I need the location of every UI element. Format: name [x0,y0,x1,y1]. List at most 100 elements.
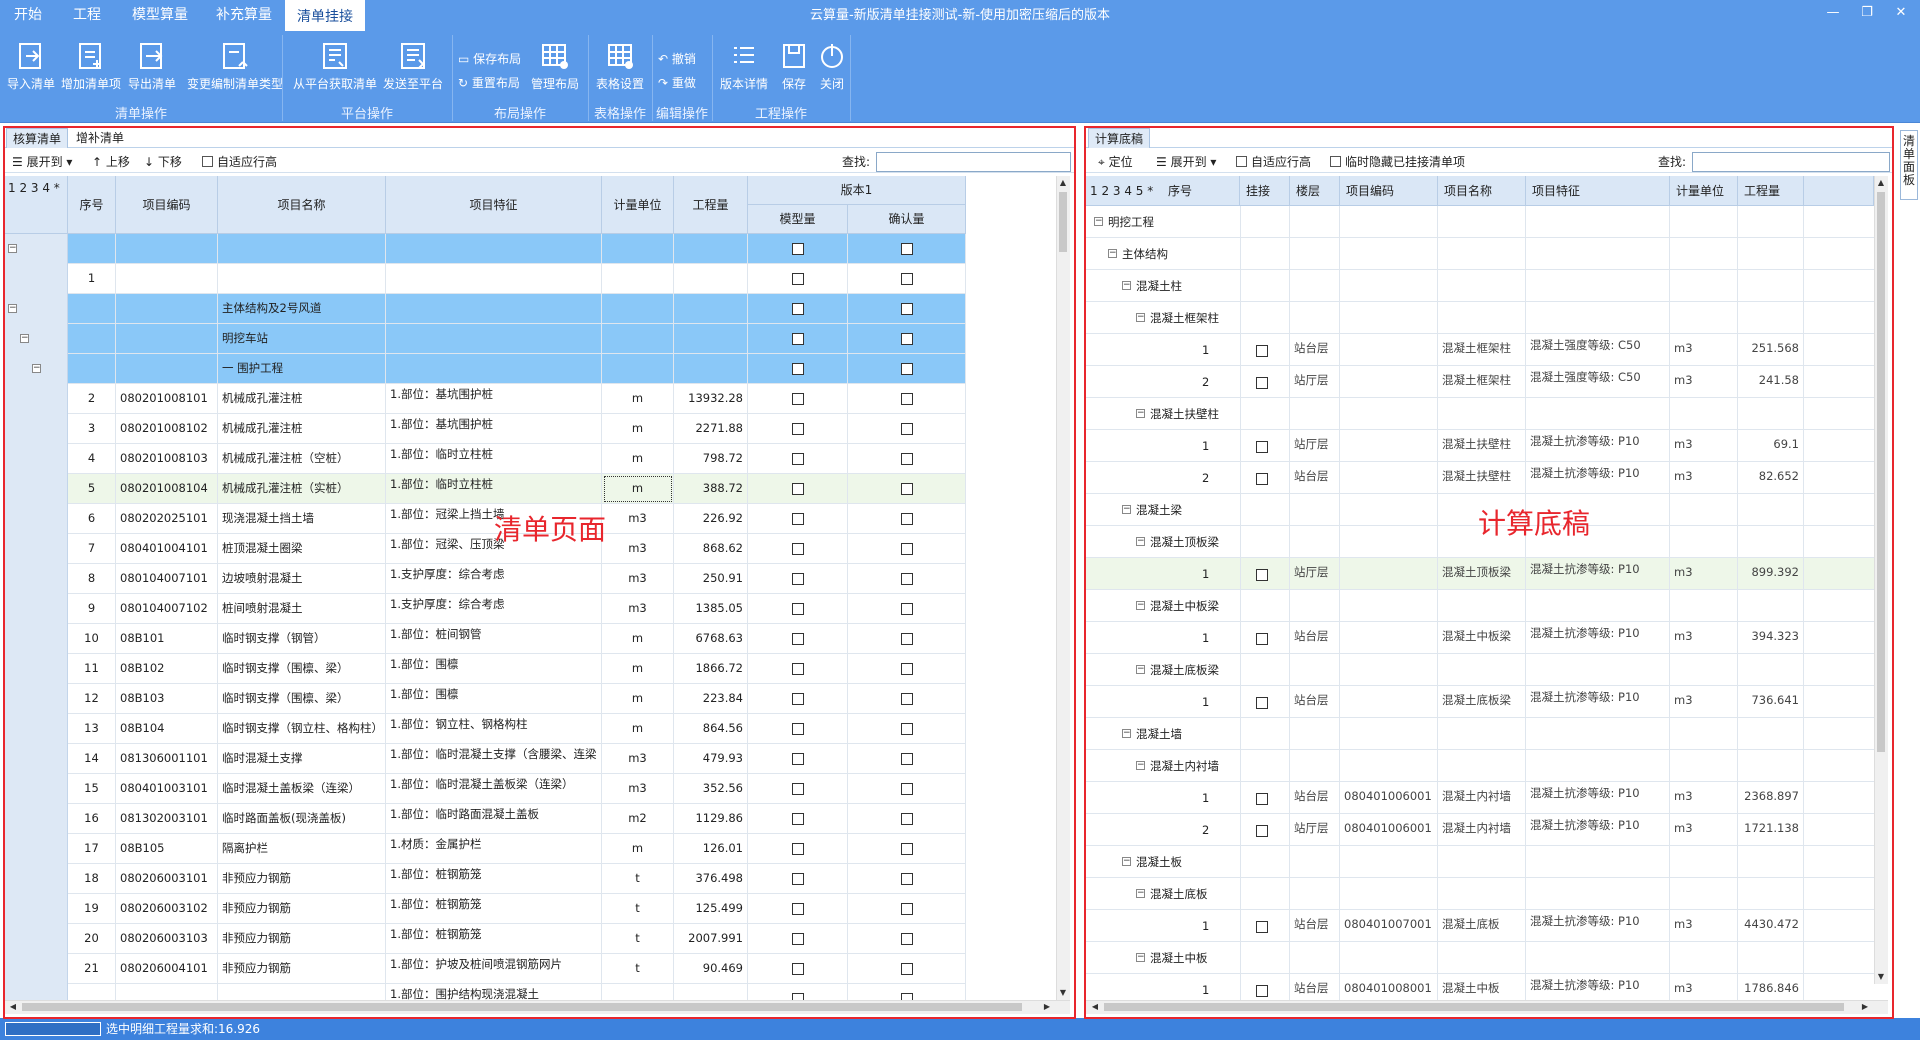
column-header-seq[interactable]: 序号 [68,176,116,234]
model-checkbox[interactable] [791,332,804,345]
version-details-button[interactable]: 版本详情 [718,40,770,92]
cell-name[interactable]: 边坡喷射混凝土 [218,564,386,594]
confirm-checkbox[interactable] [900,872,913,885]
cell-qty[interactable]: 250.91 [674,564,748,594]
column-header-qty[interactable]: 工程量 [674,176,748,234]
confirm-checkbox[interactable] [900,842,913,855]
row-seq[interactable]: 2 [1202,462,1209,494]
confirm-checkbox[interactable] [900,722,913,735]
cell-qty[interactable]: 1866.72 [674,654,748,684]
confirm-checkbox[interactable] [900,362,913,375]
confirm-checkbox[interactable] [900,332,913,345]
tree-node-label[interactable]: 混凝土底板 [1150,878,1208,910]
confirm-checkbox[interactable] [900,422,913,435]
cell-code[interactable]: 080401003101 [116,774,218,804]
cell-feature[interactable]: 1.部位：钢立柱、钢格构柱 [386,714,602,744]
confirm-checkbox[interactable] [900,512,913,525]
cell-feature[interactable]: 1.部位：基坑围护桩 [386,414,602,444]
column-header-feature[interactable]: 项目特征 [1526,176,1670,206]
cell-qty[interactable]: 388.72 [674,474,748,504]
column-header-unit[interactable]: 计量单位 [602,176,674,234]
cell-unit[interactable] [602,294,674,324]
tab-audit-list[interactable]: 核算清单 [6,128,69,148]
confirm-checkbox[interactable] [900,452,913,465]
cell-name[interactable]: 桩间喷射混凝土 [218,594,386,624]
column-header-seq[interactable]: 序号 [1168,176,1192,206]
scroll-thumb[interactable] [22,1003,1022,1011]
cell-code[interactable]: 080104007101 [116,564,218,594]
cell-unit[interactable]: t [602,954,674,984]
model-checkbox[interactable] [791,722,804,735]
scroll-thumb[interactable] [1877,192,1885,752]
cell-feature[interactable]: 1.部位：桩钢筋笼 [386,894,602,924]
cell-qty[interactable]: 352.56 [674,774,748,804]
table-settings-button[interactable]: 表格设置 [592,40,648,92]
fetch-from-platform-button[interactable]: 从平台获取清单 [292,40,378,92]
confirm-checkbox[interactable] [900,572,913,585]
cell-code[interactable]: 080206004101 [116,954,218,984]
cell-code[interactable]: 080206003103 [116,924,218,954]
cell-unit[interactable]: m [602,414,674,444]
cell-qty[interactable]: 479.93 [674,744,748,774]
cell-name[interactable]: 临时路面盖板(现浇盖板) [218,804,386,834]
tree-node-label[interactable]: 混凝土板 [1136,846,1182,878]
cell-feature[interactable]: 1.部位：临时混凝土盖板梁（连梁） [386,774,602,804]
collapse-toggle-icon[interactable]: − [1136,409,1145,418]
cell-name[interactable] [218,234,386,264]
model-checkbox[interactable] [791,782,804,795]
menu-tab-1[interactable]: 开始 [0,0,56,31]
cell-code[interactable]: 080104007102 [116,594,218,624]
cell-unit[interactable]: m3 [602,534,674,564]
cell-name[interactable]: 机械成孔灌注桩 [218,414,386,444]
model-checkbox[interactable] [791,572,804,585]
cell-unit[interactable]: m [602,654,674,684]
cell-code[interactable]: 08B104 [116,714,218,744]
confirm-checkbox[interactable] [900,932,913,945]
collapse-toggle-icon[interactable]: − [1094,217,1103,226]
row-seq[interactable]: 1 [1202,622,1209,654]
cell-name[interactable]: 非预应力钢筋 [218,924,386,954]
tree-node-label[interactable]: 混凝土底板梁 [1150,654,1219,686]
cell-qty[interactable]: 1385.05 [674,594,748,624]
cell-code[interactable]: 081306001101 [116,744,218,774]
cell-qty[interactable]: 868.62 [674,534,748,564]
save-layout-button[interactable]: ▭ 保存布局 [458,50,521,67]
locate-button[interactable]: ⌖ 定位 [1098,153,1133,171]
right-expand-to-button[interactable]: ☰ 展开到 ▾ [1156,153,1216,171]
cell-name[interactable]: 临时钢支撑（围檩、梁） [218,654,386,684]
restore-icon[interactable]: ❐ [1850,0,1884,26]
cell-qty[interactable] [674,324,748,354]
save-button[interactable]: 保存 [777,40,811,92]
cell-feature[interactable]: 1.部位：围檩 [386,684,602,714]
attach-checkbox[interactable] [1256,919,1268,933]
model-checkbox[interactable] [791,932,804,945]
collapse-toggle-icon[interactable]: − [20,334,29,343]
undo-button[interactable]: ↶ 撤销 [658,50,696,67]
cell-feature[interactable]: 1.支护厚度：综合考虑 [386,594,602,624]
cell-name[interactable]: 临时混凝土盖板梁（连梁） [218,774,386,804]
collapse-toggle-icon[interactable]: − [1136,601,1145,610]
scroll-thumb[interactable] [1059,192,1067,252]
row-seq[interactable]: 1 [1202,782,1209,814]
cell-name[interactable]: 机械成孔灌注桩（实桩） [218,474,386,504]
confirm-checkbox[interactable] [900,752,913,765]
cell-qty[interactable]: 376.498 [674,864,748,894]
confirm-checkbox[interactable] [900,392,913,405]
cell-unit[interactable]: m3 [602,504,674,534]
cell-unit[interactable]: t [602,864,674,894]
collapse-toggle-icon[interactable]: − [1136,665,1145,674]
cell-code[interactable]: 080201008102 [116,414,218,444]
import-list-button[interactable]: 导入清单 [4,40,58,92]
scroll-right-icon[interactable]: ▶ [1858,1000,1872,1014]
menu-tab-3[interactable]: 模型算量 [116,0,204,31]
tree-node-label[interactable]: 混凝土墙 [1136,718,1182,750]
row-seq[interactable]: 1 [1202,686,1209,718]
column-header-qty[interactable]: 工程量 [1738,176,1804,206]
cell-code[interactable]: 080201008104 [116,474,218,504]
cell-code[interactable] [116,354,218,384]
collapse-toggle-icon[interactable]: − [1136,953,1145,962]
model-checkbox[interactable] [791,662,804,675]
cell-feature[interactable] [386,264,602,294]
power-button[interactable]: 关闭 [815,40,849,92]
cell-code[interactable] [116,294,218,324]
